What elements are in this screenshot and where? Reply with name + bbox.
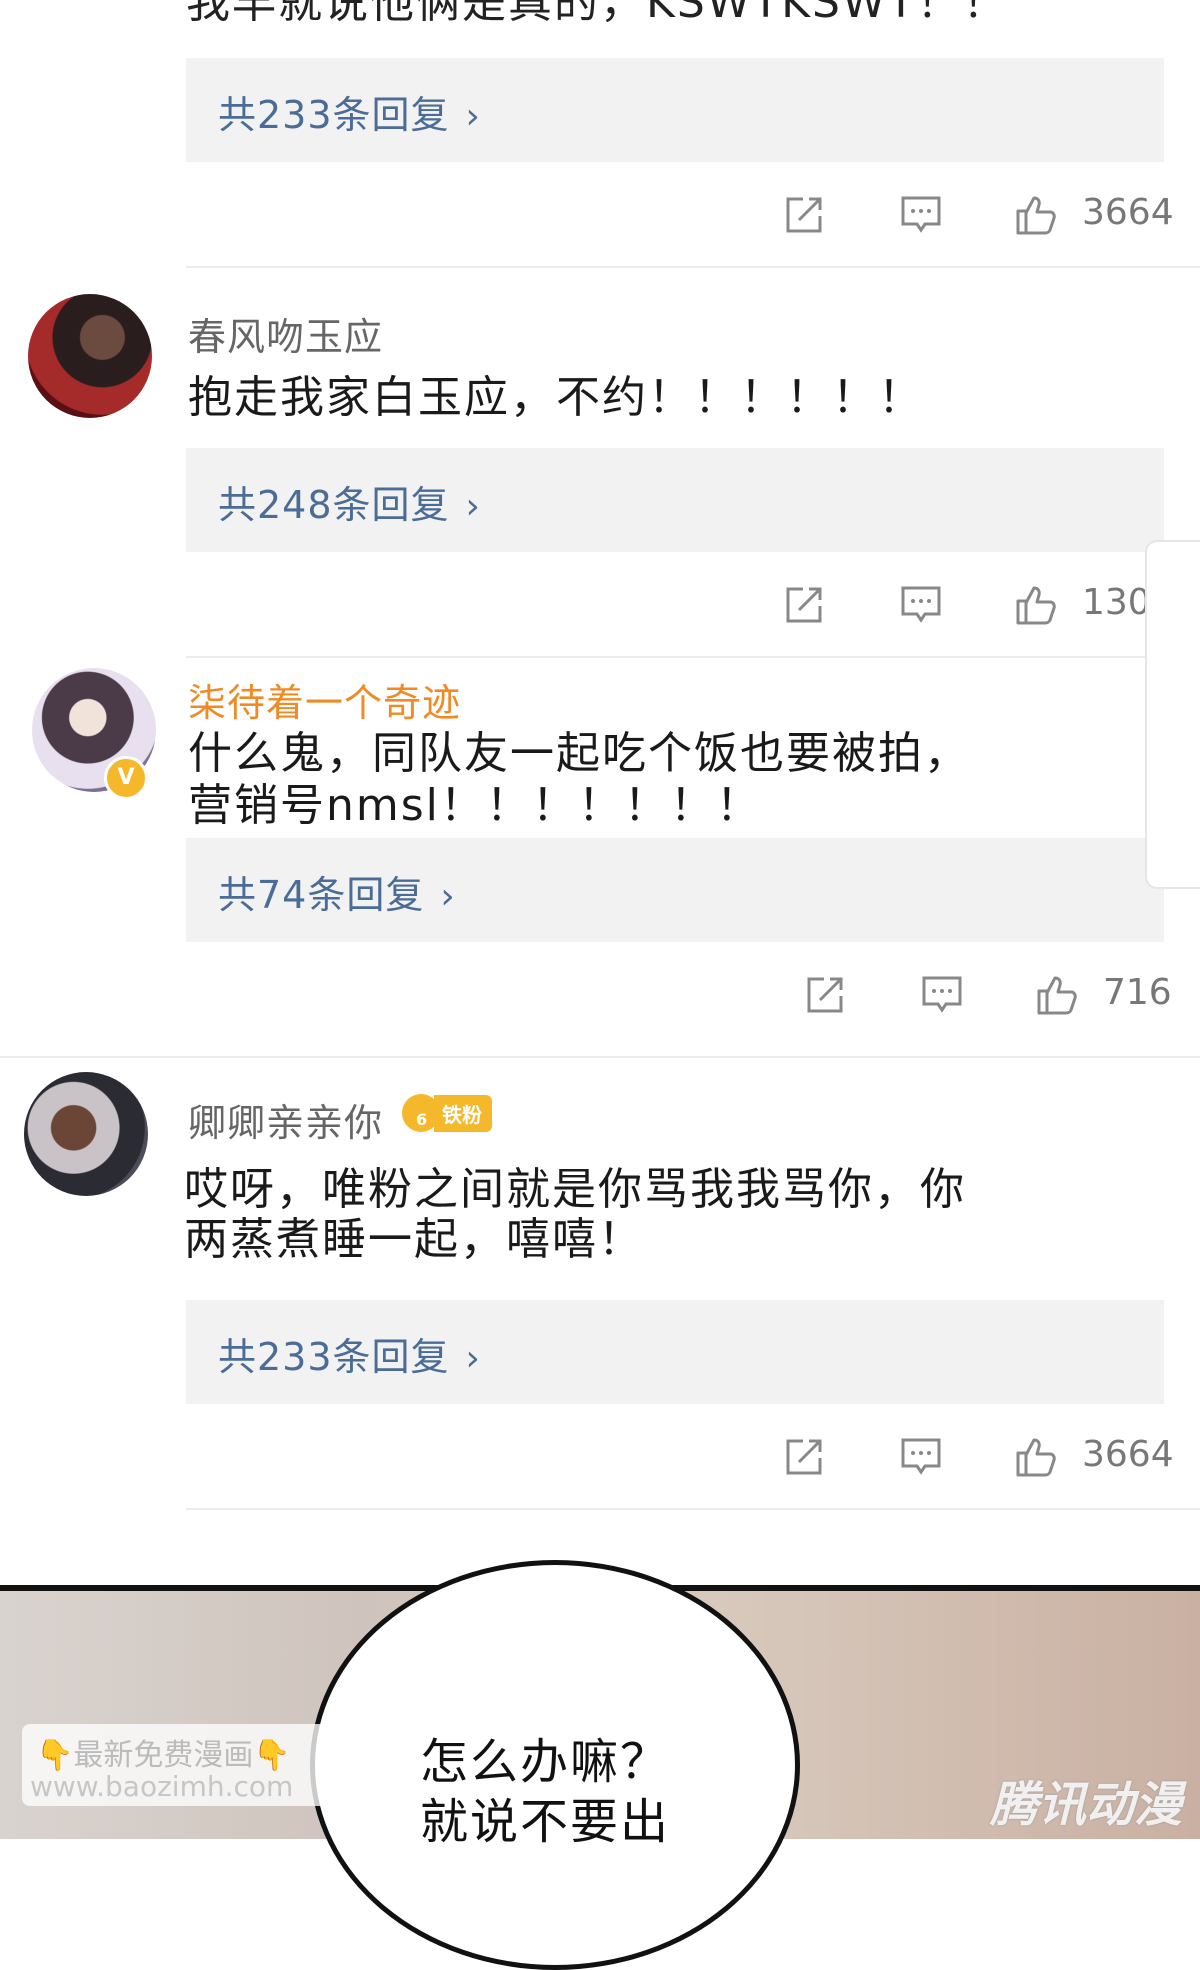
share-icon[interactable] [804,974,846,1016]
comment-text: 抱走我家白玉应，不约！！！！！！ [188,372,924,423]
comment-actions: 716 [0,966,1200,1026]
chevron-right-icon: › [440,876,456,917]
chevron-right-icon: › [465,486,481,527]
chevron-right-icon: › [465,96,481,137]
comment-icon[interactable] [900,584,942,626]
divider [186,656,1200,658]
comment-text-line-1: 什么鬼，同队友一起吃个饭也要被拍， [188,728,970,779]
previous-comment-text: 我早就说他俩是真的，KSWTKSWT！！ [186,0,1009,28]
share-icon[interactable] [783,584,825,626]
reply-count-label: 共74条回复 [218,873,425,917]
watermark-banner: 👇最新免费漫画👇 www.baozimh.com [22,1724,328,1806]
side-drawer-handle[interactable] [1145,540,1200,889]
thumbs-up-icon[interactable] [1014,194,1056,236]
thumbs-up-icon[interactable] [1035,974,1077,1016]
comment-icon[interactable] [900,194,942,236]
comment-icon[interactable] [900,1436,942,1478]
publisher-watermark: 腾讯动漫 [990,1777,1183,1833]
comment-text-line-2: 两蒸煮睡一起，嘻嘻！ [184,1214,644,1265]
username[interactable]: 柒待着一个奇迹 [188,672,461,727]
thumbs-up-icon[interactable] [1014,1436,1056,1478]
comment-actions: 3664 [0,1428,1200,1488]
like-count: 3664 [1082,192,1174,233]
username[interactable]: 春风吻玉应 [188,306,383,361]
reply-thread-link[interactable]: 共248条回复 › [186,448,1164,552]
reply-thread-link[interactable]: 共74条回复 › [186,838,1164,942]
reply-count-label: 共233条回复 [218,1335,450,1379]
avatar[interactable] [28,294,152,418]
share-icon[interactable] [783,194,825,236]
divider [186,1508,1200,1510]
like-count: 3664 [1082,1434,1174,1475]
divider [0,1056,1200,1058]
fan-badge-level: 6 [416,1110,428,1129]
chevron-right-icon: › [465,1338,481,1379]
reply-count-label: 共233条回复 [218,93,450,137]
divider [186,266,1200,268]
reply-count-label: 共248条回复 [218,483,450,527]
like-count: 716 [1103,972,1172,1013]
watermark-line-1: 👇最新免费漫画👇 [36,1738,291,1773]
avatar[interactable] [24,1072,148,1196]
verified-badge: V [104,756,148,800]
share-icon[interactable] [783,1436,825,1478]
crown-icon: 6 [402,1094,440,1132]
comment-actions: 1302 [0,576,1200,636]
thumbs-up-icon[interactable] [1014,584,1056,626]
reply-thread-link[interactable]: 共233条回复 › [186,58,1164,162]
comment-text-line-1: 哎呀，唯粉之间就是你骂我我骂你，你 [184,1164,966,1215]
comment-actions: 3664 [0,186,1200,246]
fan-badge-label: 铁粉 [434,1094,492,1132]
watermark-url: www.baozimh.com [30,1770,294,1803]
fan-badge: 6 铁粉 [402,1094,492,1132]
speech-bubble-line-2: 就说不要出 [420,1794,671,1850]
comment-icon[interactable] [921,974,963,1016]
comment-text-line-2: 营销号nmsl！！！！！！！ [188,780,762,831]
reply-thread-link[interactable]: 共233条回复 › [186,1300,1164,1404]
username[interactable]: 卿卿亲亲你 [188,1092,383,1147]
